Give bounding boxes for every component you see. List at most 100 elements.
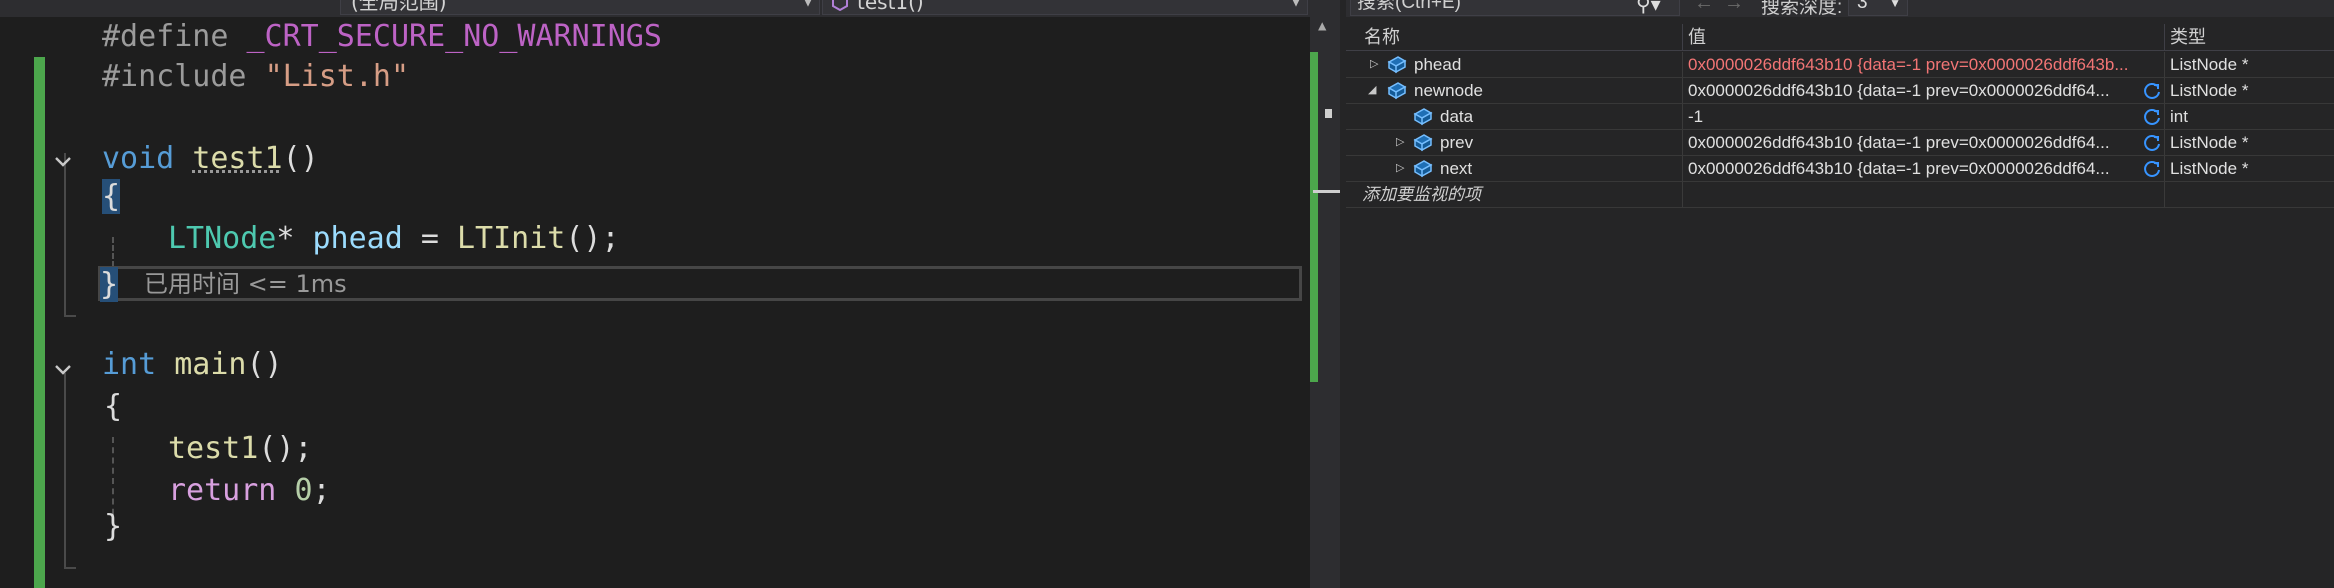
variable-name: phead (312, 221, 403, 256)
code-editor[interactable]: #define _CRT_SECURE_NO_WARNINGS #include… (0, 17, 1310, 588)
watch-item-name: next (1440, 159, 1473, 178)
watch-row-data[interactable]: data -1 int (1346, 104, 2334, 130)
column-divider (2164, 130, 2165, 155)
punctuation: { (104, 389, 123, 424)
code-line[interactable]: { (102, 177, 121, 217)
fold-guide-end (64, 315, 76, 317)
watch-row-phead[interactable]: ▷ phead 0x0000026ddf643b10 {data=-1 prev… (1346, 52, 2334, 78)
column-divider (2164, 182, 2165, 207)
punctuation: } (104, 509, 123, 544)
number-literal: 0 (294, 473, 313, 508)
function-dropdown[interactable]: test1() ▼ (822, 0, 1308, 15)
column-resizer[interactable] (2164, 24, 2165, 50)
search-depth-dropdown[interactable]: 3 ▼ (1848, 0, 1908, 16)
watch-item-value[interactable]: 0x0000026ddf643b10 {data=-1 prev=0x00000… (1688, 52, 2158, 77)
fold-toggle-test1[interactable] (52, 151, 74, 173)
arrow-left-icon[interactable]: ← (1694, 0, 1714, 15)
watch-row-newnode[interactable]: ◢ newnode 0x0000026ddf643b10 {data=-1 pr… (1346, 78, 2334, 104)
fold-toggle-main[interactable] (52, 359, 74, 381)
watch-item-value[interactable]: 0x0000026ddf643b10 {data=-1 prev=0x00000… (1688, 156, 2138, 181)
column-divider (1682, 78, 1683, 103)
brace-highlight: } (100, 267, 119, 302)
add-watch-row[interactable]: 添加要监视的项 (1346, 182, 2334, 208)
add-watch-placeholder[interactable]: 添加要监视的项 (1362, 182, 1672, 207)
column-header-type[interactable]: 类型 (2170, 24, 2206, 50)
refresh-icon[interactable] (2142, 159, 2162, 179)
search-depth-label: 搜索深度: (1761, 0, 1843, 17)
code-line[interactable]: #include "List.h" (102, 57, 409, 97)
watch-item-type: ListNode * (2170, 81, 2249, 100)
watch-item-type: int (2170, 107, 2188, 126)
arrow-right-icon[interactable]: → (1724, 0, 1744, 15)
fold-guide-end (64, 567, 76, 569)
column-header-name[interactable]: 名称 (1364, 24, 1400, 50)
refresh-icon[interactable] (2142, 81, 2162, 101)
column-divider (1682, 156, 1683, 181)
function-name: test1 (192, 141, 283, 176)
expand-triangle-icon[interactable]: ▷ (1370, 52, 1378, 77)
code-line[interactable]: return 0; (168, 471, 331, 511)
punctuation: (); (258, 431, 313, 466)
column-divider (2164, 156, 2165, 181)
watch-item-value[interactable]: -1 (1688, 104, 2138, 129)
expand-triangle-icon[interactable]: ▷ (1396, 130, 1404, 155)
column-divider (2164, 104, 2165, 129)
code-line[interactable]: void test1() (102, 139, 319, 179)
scope-dropdown[interactable]: (全局范围) ▼ (340, 0, 820, 15)
refresh-icon[interactable] (2142, 107, 2162, 127)
macro-name: _CRT_SECURE_NO_WARNINGS (246, 19, 662, 54)
scrollbar-change-marker (1310, 52, 1318, 382)
object-icon (1387, 82, 1407, 100)
column-divider (1682, 104, 1683, 129)
watch-search-input[interactable]: 搜索(Ctrl+E) (1350, 0, 1680, 16)
preprocessor-keyword: #define (102, 19, 229, 54)
scrollbar-caret-marker (1313, 190, 1340, 193)
perf-tip[interactable]: 已用时间 <= 1ms (144, 268, 347, 300)
column-header-value[interactable]: 值 (1688, 24, 1706, 50)
function-call: test1 (168, 431, 259, 466)
column-divider (1682, 130, 1683, 155)
code-line[interactable]: test1(); (168, 429, 313, 469)
function-dropdown-label: test1() (857, 0, 924, 14)
column-resizer[interactable] (1682, 24, 1683, 50)
column-divider (1682, 182, 1683, 207)
function-call: LTInit (457, 221, 566, 256)
watch-item-name: data (1440, 107, 1474, 126)
search-icon[interactable]: ⚲▾ (1636, 0, 1661, 17)
preprocessor-keyword: #include (102, 59, 247, 94)
expand-triangle-icon[interactable]: ▷ (1396, 156, 1404, 181)
code-line[interactable]: { (104, 387, 122, 427)
code-line[interactable]: #define _CRT_SECURE_NO_WARNINGS (102, 17, 662, 57)
editor-scrollbar[interactable]: ▲ (1310, 0, 1340, 588)
watch-row-next[interactable]: ▷ next 0x0000026ddf643b10 {data=-1 prev=… (1346, 156, 2334, 182)
watch-item-name: phead (1414, 55, 1462, 74)
scrollbar-thumb[interactable] (1325, 109, 1332, 118)
code-line[interactable]: } (100, 265, 119, 305)
watch-panel: 搜索(Ctrl+E) ⚲▾ ← → 搜索深度: 3 ▼ 名称 值 类型 ▷ phe… (1346, 0, 2334, 588)
collapse-triangle-icon[interactable]: ◢ (1368, 78, 1376, 103)
watch-toolbar: 搜索(Ctrl+E) ⚲▾ ← → 搜索深度: 3 ▼ (1346, 0, 2334, 17)
watch-row-prev[interactable]: ▷ prev 0x0000026ddf643b10 {data=-1 prev=… (1346, 130, 2334, 156)
watch-item-value[interactable]: 0x0000026ddf643b10 {data=-1 prev=0x00000… (1688, 78, 2138, 103)
watch-item-type: ListNode * (2170, 133, 2249, 152)
code-line[interactable]: int main() (102, 345, 283, 385)
include-file: "List.h" (264, 59, 410, 94)
operator: = (420, 221, 439, 256)
operator: * (276, 221, 295, 256)
code-line[interactable]: } (104, 507, 122, 547)
scroll-up-icon[interactable]: ▲ (1318, 18, 1326, 34)
field-icon (1413, 108, 1433, 126)
code-line[interactable]: LTNode* phead = LTInit(); (168, 219, 620, 259)
chevron-down-icon: ▼ (1889, 0, 1901, 10)
watch-item-value[interactable]: 0x0000026ddf643b10 {data=-1 prev=0x00000… (1688, 130, 2138, 155)
punctuation: () (246, 347, 283, 382)
fold-guide (64, 153, 66, 317)
refresh-icon[interactable] (2142, 133, 2162, 153)
method-icon (832, 0, 848, 11)
chevron-down-icon: ▼ (1291, 0, 1301, 9)
watch-item-name: prev (1440, 133, 1474, 152)
field-icon (1413, 160, 1433, 178)
column-divider (2164, 78, 2165, 103)
watch-item-name: newnode (1414, 81, 1484, 100)
column-divider (2164, 52, 2165, 77)
